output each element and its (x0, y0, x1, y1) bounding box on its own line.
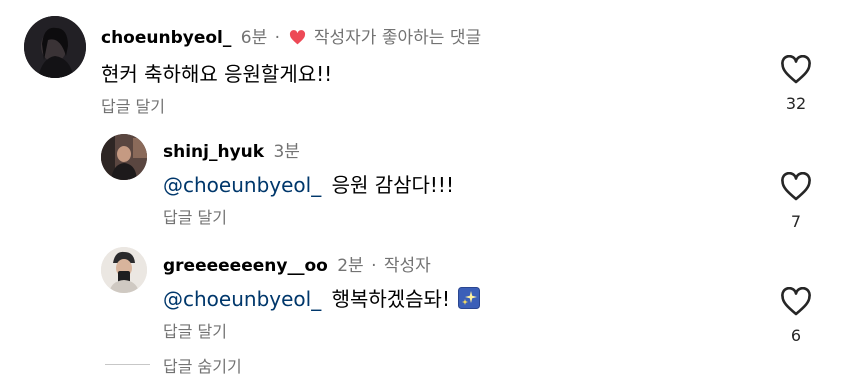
avatar[interactable] (24, 16, 86, 78)
timestamp: 2분 (337, 256, 364, 276)
username[interactable]: choeunbyeol_ (101, 28, 231, 48)
reply-button[interactable]: 답글 달기 (163, 318, 227, 342)
reply-text: @choeunbyeol_ 행복하겠슴돠! (163, 283, 481, 314)
heart-outline-icon (776, 172, 816, 201)
avatar[interactable] (101, 134, 147, 180)
reply-button[interactable]: 답글 달기 (163, 204, 227, 228)
mention-link[interactable]: @choeunbyeol_ (163, 287, 321, 311)
reply-text: @choeunbyeol_ 응원 감삼다!!! (163, 169, 454, 198)
mention-link[interactable]: @choeunbyeol_ (163, 173, 321, 197)
like-button[interactable]: 32 (776, 55, 816, 113)
timestamp: 6분 (240, 28, 268, 48)
like-count: 32 (785, 94, 807, 113)
like-count: 7 (790, 212, 802, 231)
reply-button[interactable]: 답글 달기 (101, 93, 165, 117)
like-count: 6 (790, 326, 802, 345)
avatar[interactable] (101, 247, 147, 293)
author-badge: 작성자 (383, 256, 431, 276)
reply-header: greeeeeeeny__oo 2분 · 작성자 (163, 251, 431, 276)
username[interactable]: greeeeeeeny__oo (163, 256, 328, 276)
hide-replies-button[interactable]: 답글 숨기기 (163, 353, 242, 377)
hide-replies-divider (105, 364, 150, 365)
like-button[interactable]: 7 (776, 172, 816, 231)
creator-liked-badge: 작성자가 좋아하는 댓글 (313, 28, 482, 48)
heart-filled-icon (289, 30, 306, 50)
timestamp: 3분 (273, 142, 300, 162)
separator: · (274, 28, 281, 48)
reply-body: 행복하겠슴돠! (331, 287, 450, 311)
sparkle-emoji-icon (458, 287, 481, 314)
heart-outline-icon (776, 55, 816, 84)
reply-body: 응원 감삼다!!! (331, 173, 454, 197)
like-button[interactable]: 6 (776, 287, 816, 345)
separator: · (371, 256, 377, 276)
heart-outline-icon (776, 287, 816, 316)
comment-text: 현커 축하해요 응원할게요!! (101, 62, 333, 86)
reply-header: shinj_hyuk 3분 (163, 137, 300, 162)
username[interactable]: shinj_hyuk (163, 142, 264, 162)
comment-header: choeunbyeol_ 6분 · 작성자가 좋아하는 댓글 (101, 23, 481, 50)
